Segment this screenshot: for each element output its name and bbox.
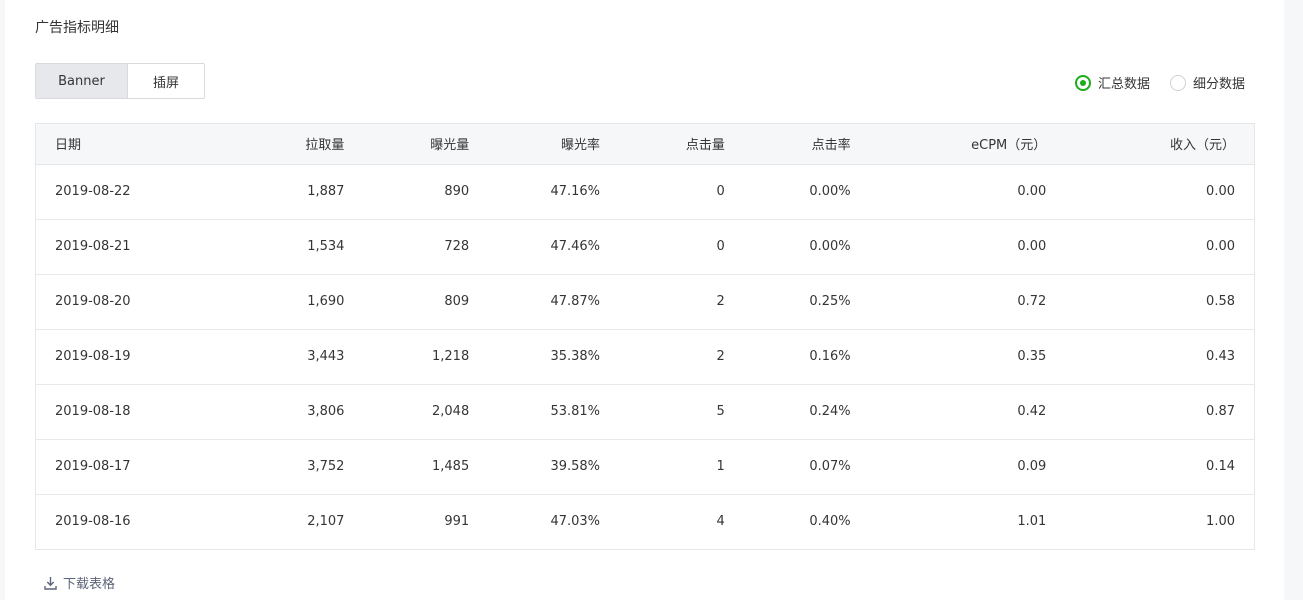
cell-revenue: 0.00 bbox=[1065, 218, 1254, 274]
table-row: 2019-08-21 1,534 728 47.46% 0 0.00% 0.00… bbox=[36, 218, 1254, 274]
cell-requests: 3,443 bbox=[218, 328, 364, 384]
radio-breakdown[interactable]: 细分数据 bbox=[1169, 73, 1245, 92]
cell-ecpm: 1.01 bbox=[869, 493, 1066, 549]
cell-impressions: 2,048 bbox=[363, 383, 489, 439]
cell-impressions: 809 bbox=[363, 273, 489, 329]
cell-ecpm: 0.42 bbox=[869, 383, 1066, 439]
cell-ecpm: 0.00 bbox=[1017, 184, 1047, 199]
cell-ecpm: 0.09 bbox=[869, 438, 1066, 494]
cell-requests: 1,534 bbox=[218, 218, 364, 274]
radio-summary[interactable]: 汇总数据 bbox=[1074, 73, 1150, 92]
header-ctr: 点击率 bbox=[743, 124, 870, 165]
ad-type-tabs: Banner 插屏 bbox=[35, 63, 205, 99]
header-revenue: 收入（元） bbox=[1065, 124, 1254, 165]
cell-revenue: 0.00 bbox=[1206, 184, 1235, 199]
cell-impression-rate: 35.38% bbox=[488, 328, 620, 384]
cell-impression-rate: 39.58% bbox=[488, 438, 620, 494]
cell-ecpm: 0.72 bbox=[869, 273, 1066, 329]
header-clicks: 点击量 bbox=[619, 124, 744, 165]
cell-ctr: 0.00% bbox=[809, 184, 851, 199]
cell-ecpm: 0.00 bbox=[869, 218, 1066, 274]
content-panel: 广告指标明细 Banner 插屏 汇总数据 细分数据 日期 拉取量 曝光量 曝光… bbox=[5, 0, 1284, 600]
cell-impression-rate: 47.46% bbox=[488, 218, 620, 274]
header-impression-rate: 曝光率 bbox=[488, 124, 620, 165]
cell-ctr: 0.07% bbox=[743, 438, 870, 494]
cell-revenue: 0.43 bbox=[1065, 328, 1254, 384]
tab-interstitial[interactable]: 插屏 bbox=[128, 64, 204, 98]
cell-date: 2019-08-19 bbox=[36, 328, 219, 384]
cell-revenue: 0.58 bbox=[1065, 273, 1254, 329]
cell-impression-rate: 47.03% bbox=[488, 493, 620, 549]
header-requests: 拉取量 bbox=[218, 124, 364, 165]
header-date: 日期 bbox=[36, 124, 219, 165]
cell-requests: 3,752 bbox=[218, 438, 364, 494]
cell-date: 2019-08-18 bbox=[36, 383, 219, 439]
cell-ecpm: 0.35 bbox=[869, 328, 1066, 384]
cell-clicks: 5 bbox=[619, 383, 744, 439]
cell-requests: 3,806 bbox=[218, 383, 364, 439]
cell-ctr: 0.40% bbox=[743, 493, 870, 549]
cell-impressions: 991 bbox=[363, 493, 489, 549]
metrics-table: 日期 拉取量 曝光量 曝光率 点击量 点击率 eCPM（元） 收入（元） 201… bbox=[35, 123, 1255, 550]
cell-revenue: 1.00 bbox=[1065, 493, 1254, 549]
table-row: 2019-08-17 3,752 1,485 39.58% 1 0.07% 0.… bbox=[36, 438, 1254, 494]
cell-impression-rate: 47.87% bbox=[488, 273, 620, 329]
cell-impressions: 1,485 bbox=[363, 438, 489, 494]
cell-requests: 1,690 bbox=[218, 273, 364, 329]
cell-revenue: 0.87 bbox=[1065, 383, 1254, 439]
cell-date: 2019-08-17 bbox=[36, 438, 219, 494]
cell-requests: 2,107 bbox=[218, 493, 364, 549]
cell-clicks: 2 bbox=[619, 328, 744, 384]
page-gutter bbox=[1284, 0, 1303, 600]
cell-clicks: 0 bbox=[619, 218, 744, 274]
cell-ctr: 0.24% bbox=[743, 383, 870, 439]
cell-clicks: 4 bbox=[619, 493, 744, 549]
radio-breakdown-label: 细分数据 bbox=[1192, 77, 1245, 92]
cell-requests: 1,887 bbox=[307, 184, 345, 199]
cell-impression-rate: 47.16% bbox=[550, 184, 601, 199]
cell-impression-rate: 53.81% bbox=[488, 383, 620, 439]
table-header-row: 日期 拉取量 曝光量 曝光率 点击量 点击率 eCPM（元） 收入（元） bbox=[36, 124, 1254, 165]
view-mode-radio-group: 汇总数据 细分数据 bbox=[1074, 73, 1245, 92]
download-icon bbox=[44, 576, 57, 590]
cell-impressions: 890 bbox=[444, 184, 470, 199]
tab-banner[interactable]: Banner bbox=[36, 64, 128, 98]
header-ecpm: eCPM（元） bbox=[869, 124, 1066, 165]
table-row: 2019-08-20 1,690 809 47.87% 2 0.25% 0.72… bbox=[36, 273, 1254, 329]
cell-clicks: 2 bbox=[619, 273, 744, 329]
cell-impressions: 1,218 bbox=[363, 328, 489, 384]
download-table-link[interactable]: 下载表格 bbox=[44, 573, 115, 592]
radio-summary-label: 汇总数据 bbox=[1097, 77, 1150, 92]
download-label: 下载表格 bbox=[63, 577, 116, 592]
cell-ctr: 0.25% bbox=[743, 273, 870, 329]
cell-date: 2019-08-16 bbox=[36, 493, 219, 549]
cell-clicks: 0 bbox=[716, 184, 725, 199]
cell-revenue: 0.14 bbox=[1065, 438, 1254, 494]
cell-impressions: 728 bbox=[363, 218, 489, 274]
cell-ctr: 0.16% bbox=[743, 328, 870, 384]
radio-unchecked-icon[interactable] bbox=[1169, 74, 1186, 91]
cell-date: 2019-08-21 bbox=[36, 218, 219, 274]
cell-clicks: 1 bbox=[619, 438, 744, 494]
page-title: 广告指标明细 bbox=[35, 20, 119, 36]
header-impressions: 曝光量 bbox=[363, 124, 489, 165]
radio-checked-icon[interactable] bbox=[1074, 74, 1091, 91]
table-row: 2019-08-16 2,107 991 47.03% 4 0.40% 1.01… bbox=[36, 493, 1254, 549]
table-row: 2019-08-19 3,443 1,218 35.38% 2 0.16% 0.… bbox=[36, 328, 1254, 384]
cell-date: 2019-08-22 bbox=[55, 184, 131, 199]
cell-date: 2019-08-20 bbox=[36, 273, 219, 329]
table-row: 2019-08-18 3,806 2,048 53.81% 5 0.24% 0.… bbox=[36, 383, 1254, 439]
table-row: 2019-08-22 1,887 890 47.16% 0 0.00% 0.00… bbox=[36, 164, 1254, 219]
cell-ctr: 0.00% bbox=[743, 218, 870, 274]
